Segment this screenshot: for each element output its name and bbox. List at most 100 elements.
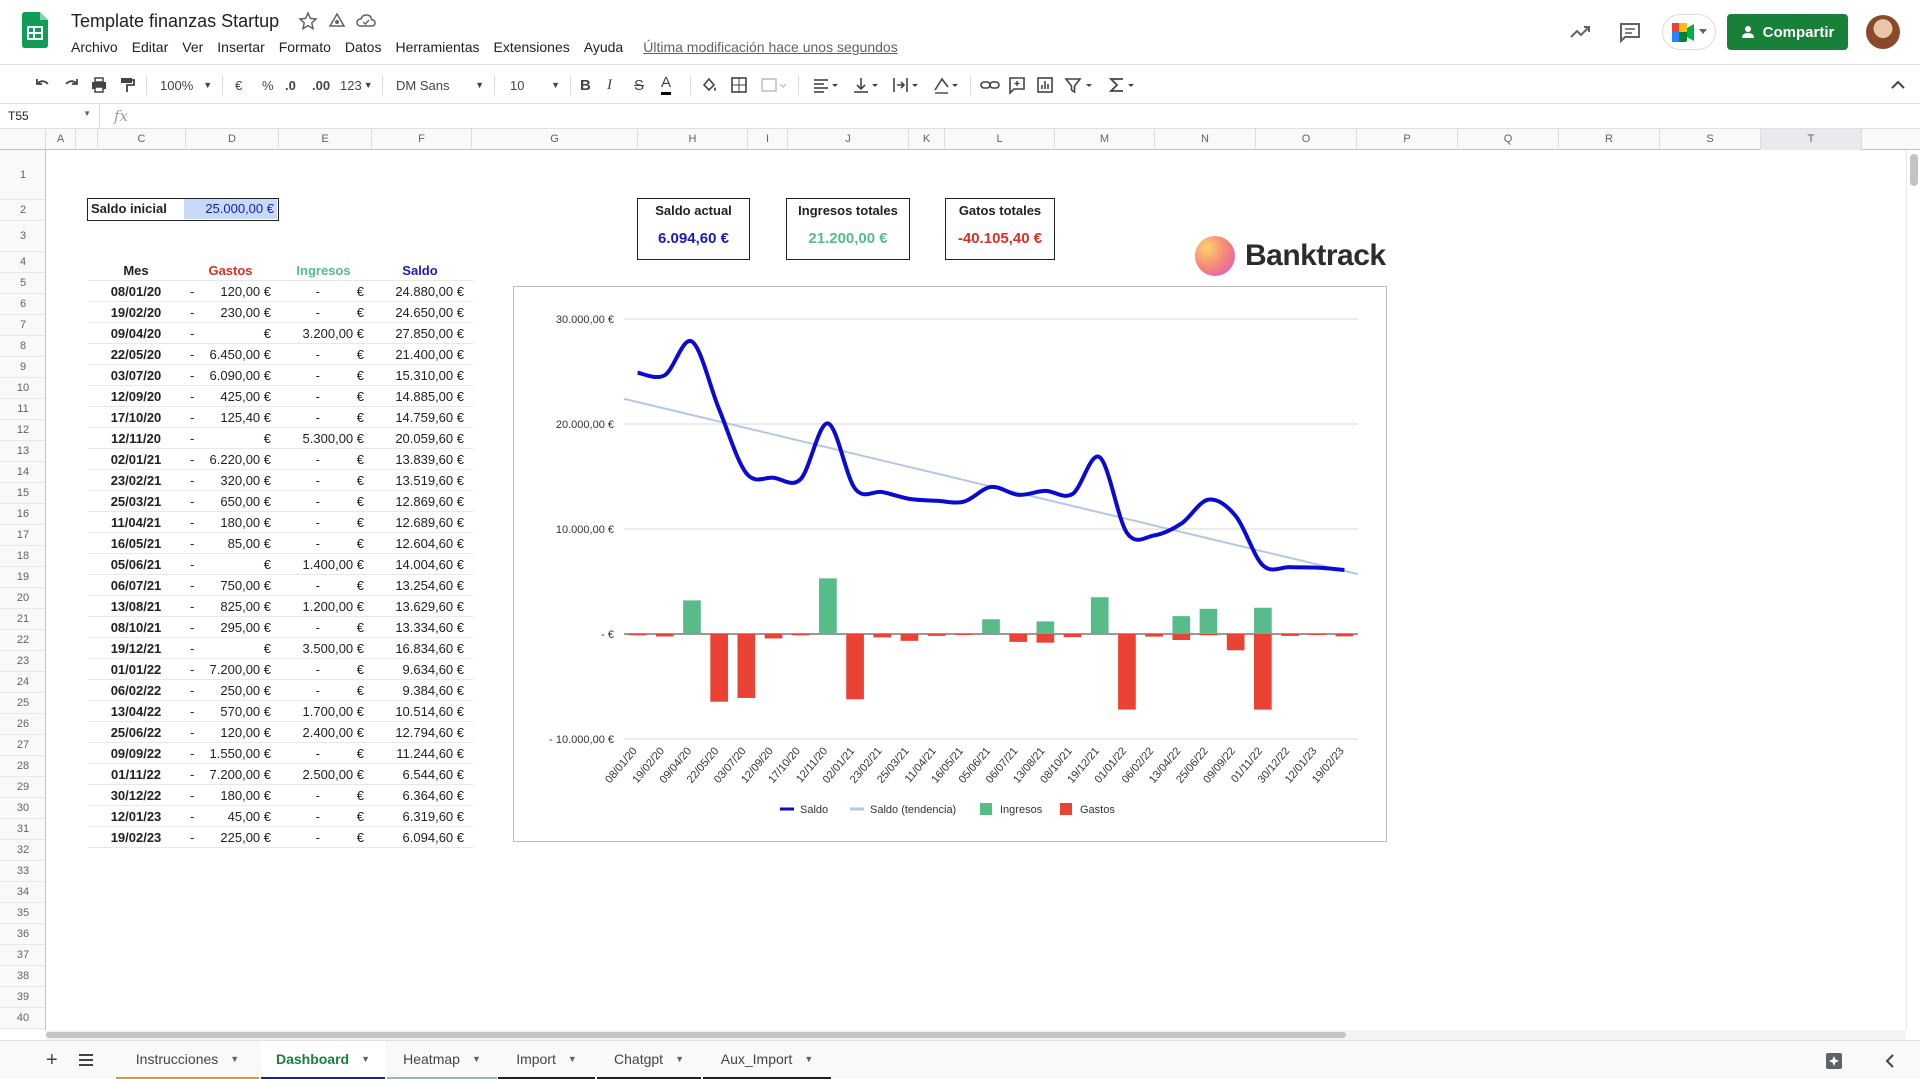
vertical-scrollbar-thumb[interactable] (1910, 154, 1918, 186)
menu-editar[interactable]: Editar (132, 39, 169, 55)
row-header-19[interactable]: 19 (0, 567, 45, 588)
chevron-down-icon[interactable]: ▼ (361, 1054, 370, 1064)
activity-trend-icon[interactable] (1568, 20, 1592, 44)
menu-extensiones[interactable]: Extensiones (493, 39, 569, 55)
row-header-34[interactable]: 34 (0, 882, 45, 903)
chevron-down-icon[interactable]: ▼ (472, 1054, 481, 1064)
name-box[interactable]: T55 ▼ (0, 104, 100, 128)
column-header-j[interactable]: J (788, 129, 909, 150)
meet-button[interactable] (1662, 14, 1716, 50)
more-formats-button[interactable]: 123 ▼ (340, 73, 373, 97)
row-header-32[interactable]: 32 (0, 840, 45, 861)
row-header-14[interactable]: 14 (0, 462, 45, 483)
vertical-scrollbar[interactable] (1906, 150, 1920, 1030)
sheet-tab-import[interactable]: Import ▼ (498, 1041, 595, 1079)
saldo-inicial-value[interactable]: 25.000,00 € (184, 199, 277, 219)
column-header-h[interactable]: H (638, 129, 748, 150)
fill-color-icon[interactable] (700, 73, 718, 97)
user-avatar[interactable] (1866, 15, 1900, 49)
row-header-15[interactable]: 15 (0, 483, 45, 504)
currency-format-button[interactable]: € (235, 73, 242, 97)
chevron-down-icon[interactable]: ▼ (804, 1054, 813, 1064)
bold-icon[interactable]: B (580, 73, 591, 97)
row-header-26[interactable]: 26 (0, 714, 45, 735)
column-header-s[interactable]: S (1660, 129, 1761, 150)
row-header-24[interactable]: 24 (0, 672, 45, 693)
menu-insertar[interactable]: Insertar (217, 39, 264, 55)
row-header-40[interactable]: 40 (0, 1008, 45, 1029)
row-header-8[interactable]: 8 (0, 336, 45, 357)
add-sheet-icon[interactable]: + (46, 1049, 58, 1072)
explore-icon[interactable] (1824, 1051, 1844, 1071)
menu-formato[interactable]: Formato (279, 39, 331, 55)
column-header-b[interactable] (76, 129, 98, 150)
row-header-36[interactable]: 36 (0, 924, 45, 945)
all-sheets-icon[interactable] (78, 1053, 94, 1067)
sheet-tab-heatmap[interactable]: Heatmap ▼ (387, 1041, 497, 1079)
row-header-2[interactable]: 2 (0, 200, 45, 221)
row-header-23[interactable]: 23 (0, 651, 45, 672)
undo-icon[interactable] (34, 73, 52, 97)
row-header-39[interactable]: 39 (0, 987, 45, 1008)
sheets-logo-icon[interactable] (22, 12, 48, 48)
row-header-20[interactable]: 20 (0, 588, 45, 609)
column-header-a[interactable]: A (46, 129, 76, 150)
row-header-30[interactable]: 30 (0, 798, 45, 819)
increase-decimals-button[interactable]: .00 (312, 73, 330, 97)
row-header-27[interactable]: 27 (0, 735, 45, 756)
insert-link-icon[interactable] (980, 73, 1000, 97)
collapse-toolbar-icon[interactable] (1890, 73, 1906, 97)
borders-icon[interactable] (730, 73, 748, 97)
row-header-37[interactable]: 37 (0, 945, 45, 966)
column-header-c[interactable]: C (98, 129, 186, 150)
chevron-down-icon[interactable]: ▼ (675, 1054, 684, 1064)
column-header-t[interactable]: T (1761, 129, 1862, 150)
paint-format-icon[interactable] (118, 73, 136, 97)
row-header-16[interactable]: 16 (0, 504, 45, 525)
chevron-down-icon[interactable]: ▼ (230, 1054, 239, 1064)
menu-ayuda[interactable]: Ayuda (584, 39, 623, 55)
chevron-down-icon[interactable]: ▼ (568, 1054, 577, 1064)
row-header-18[interactable]: 18 (0, 546, 45, 567)
column-header-e[interactable]: E (279, 129, 372, 150)
sheet-tab-instrucciones[interactable]: Instrucciones ▼ (116, 1041, 259, 1079)
star-icon[interactable] (298, 11, 318, 31)
formula-input[interactable] (140, 108, 1900, 126)
decrease-decimals-button[interactable]: .0 (285, 73, 296, 97)
row-header-17[interactable]: 17 (0, 525, 45, 546)
last-edit-link[interactable]: Última modificación hace unos segundos (643, 39, 897, 55)
text-color-icon[interactable]: A (661, 73, 672, 95)
row-header-10[interactable]: 10 (0, 378, 45, 399)
column-header-f[interactable]: F (372, 129, 472, 150)
italic-icon[interactable]: I (607, 73, 612, 97)
row-header-11[interactable]: 11 (0, 399, 45, 420)
insert-chart-icon[interactable] (1036, 73, 1054, 97)
insert-comment-icon[interactable] (1008, 73, 1026, 97)
vertical-align-icon[interactable] (852, 73, 880, 97)
row-header-7[interactable]: 7 (0, 315, 45, 336)
row-header-33[interactable]: 33 (0, 861, 45, 882)
row-header-28[interactable]: 28 (0, 756, 45, 777)
strikethrough-icon[interactable]: S (634, 73, 644, 97)
menu-ver[interactable]: Ver (182, 39, 203, 55)
row-header-35[interactable]: 35 (0, 903, 45, 924)
font-family-select[interactable]: DM Sans ▼ (396, 73, 484, 97)
column-header-r[interactable]: R (1559, 129, 1660, 150)
row-header-13[interactable]: 13 (0, 441, 45, 462)
functions-icon[interactable] (1108, 73, 1138, 97)
column-header-n[interactable]: N (1155, 129, 1256, 150)
column-header-p[interactable]: P (1357, 129, 1458, 150)
select-all-corner[interactable] (0, 129, 46, 150)
share-button[interactable]: Compartir (1727, 14, 1848, 50)
document-title[interactable]: Template finanzas Startup (71, 11, 279, 32)
row-header-3[interactable]: 3 (0, 221, 45, 252)
column-header-g[interactable]: G (472, 129, 638, 150)
row-header-6[interactable]: 6 (0, 294, 45, 315)
row-header-29[interactable]: 29 (0, 777, 45, 798)
row-header-12[interactable]: 12 (0, 420, 45, 441)
column-header-i[interactable]: I (748, 129, 788, 150)
horizontal-scrollbar[interactable] (46, 1030, 1906, 1040)
row-header-31[interactable]: 31 (0, 819, 45, 840)
row-header-22[interactable]: 22 (0, 630, 45, 651)
menu-archivo[interactable]: Archivo (71, 39, 118, 55)
